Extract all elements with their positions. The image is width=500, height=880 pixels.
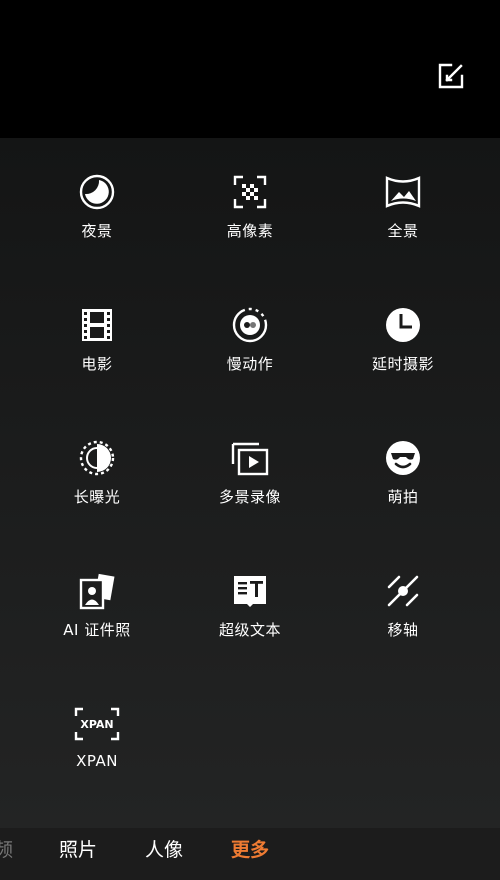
tab-more[interactable]: 更多 <box>231 835 269 865</box>
xpan-icon-text: XPAN <box>80 718 113 731</box>
mode-label: 高像素 <box>226 222 274 240</box>
mode-ai-id-photo[interactable]: AI 证件照 <box>32 571 162 671</box>
mode-label: 多景录像 <box>218 488 281 506</box>
xpan-icon: XPAN <box>74 704 120 744</box>
mode-night[interactable]: 夜景 <box>32 172 162 272</box>
time-lapse-clock-icon <box>383 305 423 345</box>
night-moon-icon <box>77 172 117 212</box>
mode-label: 全景 <box>387 222 419 240</box>
mode-slow-motion[interactable]: 慢动作 <box>185 305 315 405</box>
mode-label: 夜景 <box>81 222 113 240</box>
tab-photo[interactable]: 照片 <box>59 835 97 865</box>
super-text-icon <box>230 571 270 611</box>
mode-xpan[interactable]: XPAN XPAN <box>32 704 162 804</box>
mode-label: 长曝光 <box>73 488 121 506</box>
mode-label: XPAN <box>76 752 118 770</box>
edit-modes-button[interactable] <box>436 61 466 91</box>
mode-high-pixel[interactable]: 高像素 <box>185 172 315 272</box>
mode-label: 慢动作 <box>226 355 274 373</box>
long-exposure-icon <box>77 438 117 478</box>
mode-long-exposure[interactable]: 长曝光 <box>32 438 162 538</box>
id-photo-icon <box>77 571 117 611</box>
mode-label: AI 证件照 <box>63 621 131 639</box>
mode-switcher: 频 照片 人像 更多 <box>0 828 500 880</box>
tilt-shift-icon <box>383 571 423 611</box>
edit-icon <box>438 63 464 89</box>
mode-time-lapse[interactable]: 延时摄影 <box>338 305 468 405</box>
modes-grid: 夜景 高像素 全景 电影 慢动作 延时摄影 长曝光 多景录像 萌拍 AI 证件照… <box>0 138 500 828</box>
mode-label: 萌拍 <box>387 488 419 506</box>
high-pixel-grid-icon <box>230 172 270 212</box>
tab-portrait[interactable]: 人像 <box>145 835 183 865</box>
mode-super-text[interactable]: 超级文本 <box>185 571 315 671</box>
mode-movie[interactable]: 电影 <box>32 305 162 405</box>
mode-cute-shot[interactable]: 萌拍 <box>338 438 468 538</box>
mode-label: 移轴 <box>387 621 419 639</box>
mode-label: 电影 <box>81 355 113 373</box>
mode-multi-scene[interactable]: 多景录像 <box>185 438 315 538</box>
tab-video-partial[interactable]: 频 <box>0 835 13 865</box>
mode-label: 超级文本 <box>218 621 281 639</box>
mode-tilt-shift[interactable]: 移轴 <box>338 571 468 671</box>
mode-panorama[interactable]: 全景 <box>338 172 468 272</box>
panorama-icon <box>383 172 423 212</box>
mode-label: 延时摄影 <box>371 355 434 373</box>
sunglasses-face-icon <box>383 438 423 478</box>
slow-motion-icon <box>230 305 270 345</box>
film-strip-icon <box>77 305 117 345</box>
multi-scene-video-icon <box>230 438 270 478</box>
top-bar <box>0 0 500 138</box>
